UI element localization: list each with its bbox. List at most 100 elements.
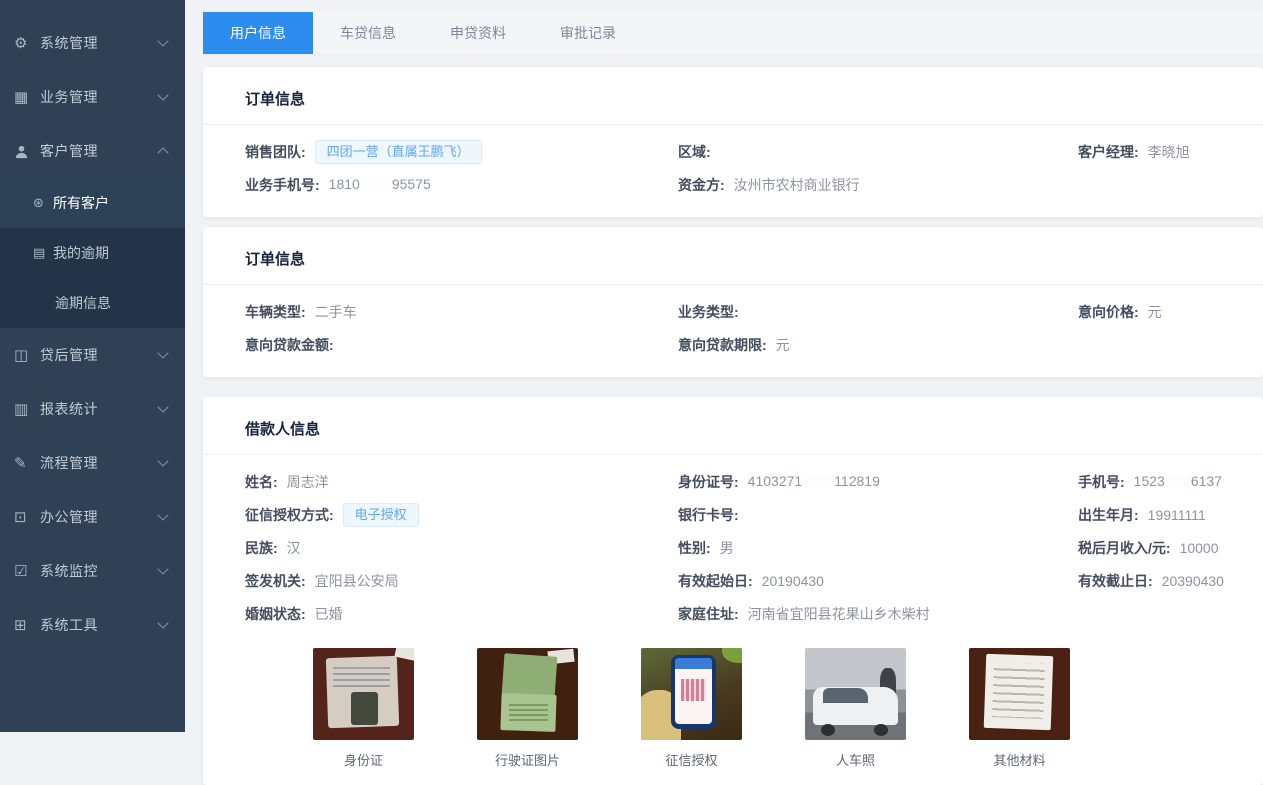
photo-green-booklet[interactable] [477, 648, 578, 740]
sidebar-item-label: 贷后管理 [40, 345, 159, 365]
field-ethnicity: 民族: 汉 [245, 538, 678, 558]
photo-phone-qr-code[interactable] [641, 648, 742, 740]
sidebar-item-report-statistics[interactable]: ▥ 报表统计 [0, 382, 185, 436]
sidebar-item-system-tools[interactable]: ⊞ 系统工具 [0, 598, 185, 652]
sidebar-item-overdue-info[interactable]: 逾期信息 [0, 278, 185, 328]
sales-team-tag[interactable]: 四团一营（直属王鹏飞） [315, 140, 482, 164]
clipboard-edit-icon: ✎ [14, 454, 40, 472]
field-issuing-authority: 签发机关: 宜阳县公安局 [245, 571, 678, 591]
photo-item: 征信授权 [641, 648, 742, 769]
sidebar-item-label: 系统监控 [40, 561, 159, 581]
order-info-card-2: 订单信息 车辆类型: 二手车 业务类型: 意向价格: 元 [203, 227, 1263, 377]
photo-caption: 人车照 [805, 750, 906, 769]
field-bank-card: 银行卡号: [678, 505, 1078, 525]
monitor-check-icon: ☑ [14, 562, 40, 580]
photo-person-with-car[interactable] [805, 648, 906, 740]
sidebar-item-label: 办公管理 [40, 507, 159, 527]
credit-auth-tag[interactable]: 电子授权 [343, 503, 419, 527]
photo-item: 行驶证图片 [477, 648, 578, 769]
toolbox-icon: ⊞ [14, 616, 40, 634]
sidebar-item-label: 逾期信息 [55, 293, 111, 313]
photo-caption: 身份证 [313, 750, 414, 769]
field-business-phone: 业务手机号: 181095575 [245, 175, 678, 195]
card-title: 借款人信息 [203, 397, 1263, 455]
compass-icon: ⊛ [33, 195, 53, 211]
sidebar-item-business-management[interactable]: ▦ 业务管理 [0, 70, 185, 124]
chevron-down-icon [157, 509, 168, 520]
sidebar-item-label: 系统管理 [40, 33, 159, 53]
tab-car-loan-info[interactable]: 车贷信息 [313, 12, 423, 54]
field-funder: 资金方: 汝州市农村商业银行 [678, 175, 1078, 195]
chevron-down-icon [157, 617, 168, 628]
redacted-area [802, 476, 834, 490]
photo-id-card[interactable] [313, 648, 414, 740]
sidebar-item-all-customers[interactable]: ⊛ 所有客户 [0, 178, 185, 228]
sidebar-item-label: 我的逾期 [53, 243, 109, 263]
sidebar-item-customer-management[interactable]: 客户管理 [0, 124, 185, 178]
field-gender: 性别: 男 [678, 538, 1078, 558]
sidebar-item-system-monitor[interactable]: ☑ 系统监控 [0, 544, 185, 598]
chevron-down-icon [157, 401, 168, 412]
chevron-up-icon [157, 147, 168, 158]
sidebar-item-office-management[interactable]: ⊡ 办公管理 [0, 490, 185, 544]
field-vehicle-type: 车辆类型: 二手车 [245, 302, 678, 322]
photo-item: 身份证 [313, 648, 414, 769]
chevron-down-icon [157, 35, 168, 46]
sidebar: ⚙ 系统管理 ▦ 业务管理 客户管理 ⊛ 所有客户 ▤ 我的逾期 [0, 0, 185, 732]
field-intent-price: 意向价格: 元 [1078, 302, 1263, 322]
field-account-manager: 客户经理: 李晓旭 [1078, 142, 1263, 162]
redacted-area [1165, 476, 1191, 490]
ledger-icon: ▤ [33, 245, 53, 261]
chevron-down-icon [157, 89, 168, 100]
borrower-photos: 身份证 行驶证图片 征信授权 [245, 630, 1263, 769]
sidebar-item-label: 业务管理 [40, 87, 159, 107]
tab-loan-application-materials[interactable]: 申贷资料 [423, 12, 533, 54]
field-valid-to: 有效截止日: 20390430 [1078, 571, 1263, 591]
field-name: 姓名: 周志洋 [245, 472, 678, 492]
borrower-info-card: 借款人信息 姓名: 周志洋 身份证号: 4103271112819 手机号: [203, 397, 1263, 785]
user-icon [14, 144, 40, 159]
tab-user-info[interactable]: 用户信息 [203, 12, 313, 54]
photo-document-paper[interactable] [969, 648, 1070, 740]
sidebar-item-label: 客户管理 [40, 141, 159, 161]
photo-caption: 征信授权 [641, 750, 742, 769]
card-title: 订单信息 [203, 227, 1263, 285]
field-home-address: 家庭住址: 河南省宜阳县花果山乡木柴村 [678, 604, 1078, 624]
tab-approval-records[interactable]: 审批记录 [533, 12, 643, 54]
sidebar-item-process-management[interactable]: ✎ 流程管理 [0, 436, 185, 490]
office-icon: ⊡ [14, 508, 40, 526]
field-region: 区域: [678, 142, 1078, 162]
photo-caption: 其他材料 [969, 750, 1070, 769]
field-monthly-income: 税后月收入/元: 10000 [1078, 538, 1263, 558]
field-mobile: 手机号: 15236137 [1078, 472, 1263, 492]
content-area: 订单信息 销售团队: 四团一营（直属王鹏飞） 区域: 客户经理: [185, 55, 1263, 785]
gear-icon: ⚙ [14, 34, 40, 52]
grid-icon: ▦ [14, 88, 40, 106]
field-valid-from: 有效起始日: 20190430 [678, 571, 1078, 591]
field-sales-team: 销售团队: 四团一营（直属王鹏飞） [245, 140, 678, 164]
app-window: ⚙ 系统管理 ▦ 业务管理 客户管理 ⊛ 所有客户 ▤ 我的逾期 [0, 0, 1263, 732]
sidebar-item-postloan-management[interactable]: ◫ 贷后管理 [0, 328, 185, 382]
sidebar-item-label: 报表统计 [40, 399, 159, 419]
field-intent-loan-term: 意向贷款期限: 元 [678, 335, 1078, 355]
order-info-card-1: 订单信息 销售团队: 四团一营（直属王鹏飞） 区域: 客户经理: [203, 67, 1263, 217]
card-title: 订单信息 [203, 67, 1263, 125]
monitor-icon: ▥ [14, 400, 40, 418]
redacted-area [360, 179, 392, 193]
main-area: 用户信息 车贷信息 申贷资料 审批记录 订单信息 销售团队: 四团一营（直属王鹏… [185, 0, 1263, 732]
photo-item: 其他材料 [969, 648, 1070, 769]
sidebar-item-label: 流程管理 [40, 453, 159, 473]
field-intent-loan-amount: 意向贷款金额: [245, 335, 678, 355]
sidebar-item-system-management[interactable]: ⚙ 系统管理 [0, 16, 185, 70]
field-credit-auth: 征信授权方式: 电子授权 [245, 503, 678, 527]
photo-item: 人车照 [805, 648, 906, 769]
field-birth-date: 出生年月: 19911111 [1078, 505, 1263, 525]
tab-bar: 用户信息 车贷信息 申贷资料 审批记录 [203, 12, 1263, 55]
book-icon: ◫ [14, 346, 40, 364]
chevron-down-icon [157, 455, 168, 466]
sidebar-item-my-overdue[interactable]: ▤ 我的逾期 [0, 228, 185, 278]
field-marital-status: 婚姻状态: 已婚 [245, 604, 678, 624]
field-id-number: 身份证号: 4103271112819 [678, 472, 1078, 492]
sidebar-item-label: 所有客户 [53, 193, 109, 213]
chevron-down-icon [157, 563, 168, 574]
